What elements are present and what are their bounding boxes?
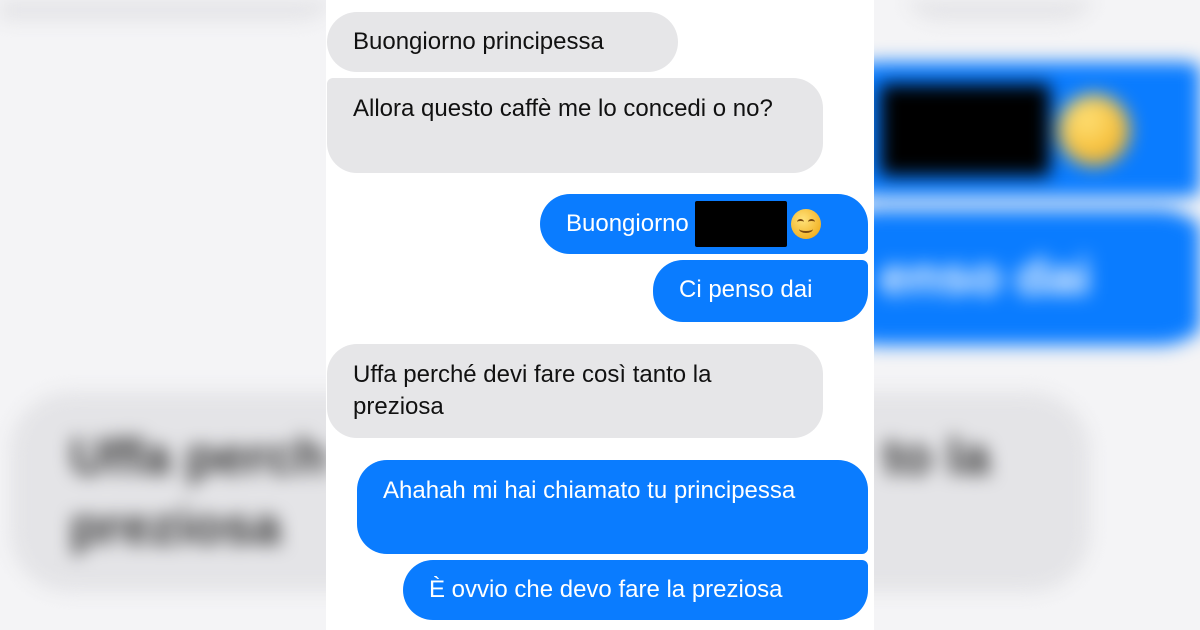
bg-bubble-top-left <box>0 0 340 20</box>
bg-text-line2: preziosa <box>70 498 281 556</box>
bg-bubble-ci-penso: enso dai <box>820 210 1200 345</box>
message-bubble-outgoing[interactable]: Ci penso dai <box>653 260 868 322</box>
message-text: È ovvio che devo fare la preziosa <box>429 576 783 603</box>
redaction-box <box>694 201 787 247</box>
bg-text-line1: Uffa perch <box>70 427 328 486</box>
message-bubble-incoming[interactable]: Allora questo caffè me lo concedi o no? <box>327 78 823 173</box>
bg-text-line1-tail: to la <box>883 427 990 486</box>
bg-text: enso dai <box>880 248 1091 307</box>
bg-bubble-greeting <box>820 62 1200 197</box>
chat-thread: Buongiorno principessa Allora questo caf… <box>326 0 874 630</box>
message-bubble-outgoing[interactable]: Buongiorno <box>540 194 868 254</box>
message-bubble-outgoing[interactable]: Ahahah mi hai chiamato tu principessa <box>357 460 868 554</box>
message-bubble-incoming[interactable]: Buongiorno principessa <box>327 12 678 72</box>
message-text: Ci penso dai <box>679 276 813 303</box>
smiling-face-icon <box>790 209 821 239</box>
message-text: Ahahah mi hai chiamato tu principessa <box>383 477 796 504</box>
message-text: Buongiorno principessa <box>353 28 604 55</box>
bg-smiling-face-icon <box>1058 93 1130 166</box>
message-text: Uffa perché devi fare così tanto la prez… <box>353 361 712 420</box>
message-text: Buongiorno <box>566 210 689 237</box>
message-bubble-outgoing[interactable]: È ovvio che devo fare la preziosa <box>403 560 868 620</box>
bg-bubble-top-right <box>900 0 1100 20</box>
bg-redaction-box <box>880 83 1050 176</box>
message-text: Allora questo caffè me lo concedi o no? <box>353 95 773 122</box>
message-bubble-incoming[interactable]: Uffa perché devi fare così tanto la prez… <box>327 344 823 438</box>
